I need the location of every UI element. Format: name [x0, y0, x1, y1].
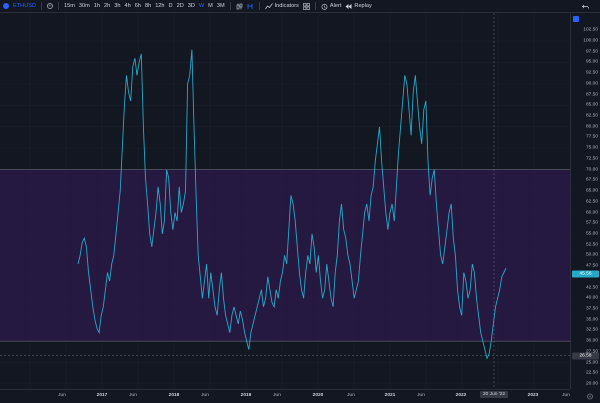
current-value-tag: 45.56 [572, 270, 599, 278]
time-label: Jun [58, 393, 66, 398]
undo-button[interactable] [571, 0, 600, 13]
price-label: 55.00 [585, 231, 598, 237]
top-toolbar: ETHUSD + 15m 30m 1h 2h 3h 4h 6h 8h 12h D 2D 3D W M 3M … [0, 0, 600, 13]
alert-button[interactable]: Alert [319, 0, 344, 13]
grid-layout-icon [303, 2, 310, 10]
interval-w[interactable]: W [197, 0, 206, 13]
time-label: 2020 [312, 393, 324, 398]
interval-8h[interactable]: 8h [143, 0, 153, 13]
price-label: 57.50 [585, 220, 598, 226]
time-label: Jun [562, 393, 570, 398]
price-label: 100.00 [583, 38, 598, 44]
price-label: 102.50 [583, 27, 598, 33]
price-label: 97.50 [585, 49, 598, 55]
time-label: 2019 [240, 393, 252, 398]
interval-6h[interactable]: 6h [133, 0, 143, 13]
axis-settings-icon[interactable] [573, 16, 579, 22]
chart-style-button[interactable] [245, 0, 256, 13]
chart-type-button[interactable] [234, 0, 245, 13]
time-label: 2023 [527, 393, 539, 398]
gear-icon[interactable] [585, 392, 595, 401]
price-label: 52.50 [585, 242, 598, 248]
interval-15m[interactable]: 15m [62, 0, 77, 13]
separator [229, 2, 231, 10]
price-label: 80.00 [585, 124, 598, 130]
price-label: 87.50 [585, 92, 598, 98]
plus-icon: + [47, 3, 53, 9]
price-axis[interactable]: 102.50 100.00 97.50 95.00 92.50 90.00 87.50 85.… [570, 13, 600, 389]
price-label: 37.50 [585, 306, 598, 312]
price-label: 75.00 [585, 145, 598, 151]
separator [41, 2, 42, 10]
interval-2d[interactable]: 2D [175, 0, 186, 13]
price-label: 42.50 [585, 285, 598, 291]
time-label: 2017 [96, 393, 108, 398]
indicators-icon [264, 2, 273, 9]
interval-4h[interactable]: 4h [122, 0, 132, 13]
undo-arrow-icon [582, 4, 589, 9]
compare-symbol-button[interactable]: + [45, 0, 55, 13]
separator [258, 2, 260, 10]
time-label: Jun [273, 393, 281, 398]
price-label: 90.00 [585, 81, 598, 87]
interval-m[interactable]: M [206, 0, 215, 13]
price-label: 60.00 [585, 210, 598, 215]
time-axis[interactable]: Jun 2017 Jun 2018 Jun 2019 Jun 2020 Jun 2021 Jun 20… [0, 389, 570, 403]
symbol-search[interactable]: ETHUSD [11, 0, 38, 13]
time-label: Jun [347, 393, 355, 398]
price-label: 62.50 [585, 199, 598, 205]
price-label: 35.00 [585, 317, 598, 323]
price-label: 95.00 [585, 59, 598, 65]
price-label: 30.00 [585, 338, 598, 344]
interval-3m[interactable]: 3M [215, 0, 227, 13]
price-label: 70.00 [585, 167, 598, 173]
interval-1h[interactable]: 1h [92, 0, 102, 13]
alarm-clock-icon [321, 3, 328, 10]
price-label: 20.00 [585, 381, 598, 387]
interval-d[interactable]: D [167, 0, 175, 13]
chart-pane[interactable] [0, 13, 570, 389]
alert-label: Alert [329, 3, 342, 9]
crosshair-date-tag: 20 Jun '22 [480, 391, 508, 398]
time-label: 2021 [384, 393, 396, 398]
price-label: 32.50 [585, 327, 598, 333]
interval-30m[interactable]: 30m [77, 0, 92, 13]
interval-3d[interactable]: 3D [186, 0, 197, 13]
price-label: 50.00 [585, 252, 598, 258]
price-label: 47.50 [585, 263, 598, 269]
time-label: Jun [129, 393, 137, 398]
price-label: 22.50 [585, 370, 598, 376]
time-label: Jun [201, 393, 209, 398]
price-label: 72.50 [585, 156, 598, 162]
indicators-button[interactable]: Indicators [263, 0, 301, 13]
crosshair-value-tag: 26.58 [572, 352, 599, 360]
price-label: 82.50 [585, 113, 598, 119]
interval-2h[interactable]: 2h [102, 0, 112, 13]
layout-button[interactable] [301, 0, 312, 13]
time-label: 2018 [168, 393, 180, 398]
time-label: Jun [417, 393, 425, 398]
replay-button[interactable]: Replay [343, 0, 373, 13]
price-label: 65.00 [585, 188, 598, 194]
bar-style-icon [247, 3, 253, 9]
price-label: 85.00 [585, 102, 598, 108]
indicators-label: Indicators [274, 3, 299, 9]
interval-group: 15m 30m 1h 2h 3h 4h 6h 8h 12h D 2D 3D W M 3M [62, 0, 227, 13]
time-label: 2022 [455, 393, 467, 398]
price-label: 25.00 [585, 360, 598, 366]
separator [314, 2, 316, 10]
price-label: 40.00 [585, 295, 598, 301]
interval-12h[interactable]: 12h [153, 0, 166, 13]
separator [58, 2, 59, 10]
price-label: 77.50 [585, 134, 598, 140]
symbol-logo-icon [3, 3, 9, 9]
replay-label: Replay [354, 3, 372, 9]
replay-icon [345, 3, 352, 9]
price-label: 92.50 [585, 70, 598, 76]
price-label: 67.50 [585, 177, 598, 183]
candles-icon [236, 3, 242, 9]
interval-3h[interactable]: 3h [112, 0, 122, 13]
